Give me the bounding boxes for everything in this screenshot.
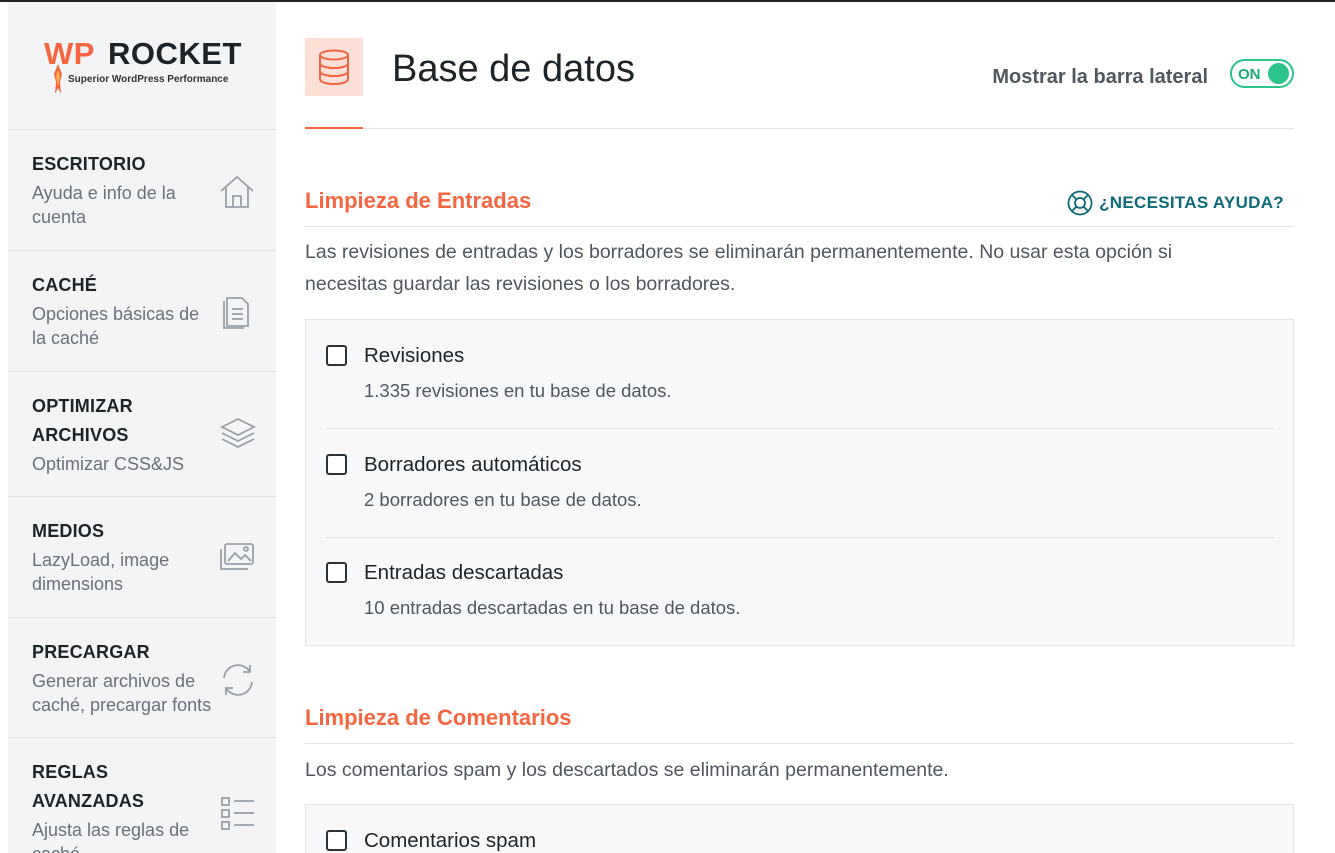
sidebar-item-desc: Optimizar CSS&JS: [32, 454, 185, 474]
sidebar-item-title: CACHÉ: [32, 275, 98, 295]
section-title-comments: Limpieza de Comentarios: [305, 705, 572, 730]
logo-tagline: Superior WordPress Performance: [68, 74, 229, 85]
refresh-icon: [223, 664, 253, 696]
options-box-comments: Comentarios spam: [305, 804, 1294, 853]
sidebar-item-title: MEDIOS: [32, 521, 105, 541]
option-divider: [326, 537, 1274, 538]
sidebar-item-optimizar-archivos[interactable]: OPTIMIZAR ARCHIVOS Optimizar CSS&JS: [8, 372, 276, 497]
help-link[interactable]: ¿NECESITAS AYUDA?: [1067, 190, 1284, 216]
header-underline: [305, 127, 363, 129]
sidebar-item-desc: Ayuda e info de la cuenta: [32, 183, 176, 227]
section-divider: [305, 743, 1294, 744]
section-desc-comments: Los comentarios spam y los descartados s…: [305, 759, 949, 781]
database-icon: [319, 49, 349, 85]
checkbox-borradores[interactable]: [326, 454, 347, 475]
option-desc: 1.335 revisiones en tu base de datos.: [364, 380, 672, 401]
images-icon: [220, 543, 254, 570]
sidebar-item-desc: LazyLoad, image dimensions: [32, 550, 170, 594]
sidebar-item-precargar[interactable]: PRECARGAR Generar archivos de caché, pre…: [8, 618, 276, 738]
document-icon: [223, 297, 249, 329]
sidebar-item-desc: Opciones básicas de la caché: [32, 304, 200, 348]
header-divider: [305, 128, 1294, 129]
page-title: Base de datos: [392, 48, 635, 90]
checkbox-comentarios-spam[interactable]: [326, 830, 347, 851]
section-title-posts: Limpieza de Entradas: [305, 188, 532, 213]
flame-icon: [54, 64, 62, 94]
logo-rocket-text: ROCKET: [108, 36, 242, 71]
toggle-state-text: ON: [1238, 66, 1261, 83]
option-desc: 2 borradores en tu base de datos.: [364, 489, 642, 510]
toggle-knob: [1268, 63, 1289, 84]
section-desc-line: necesitas guardar las revisiones o los b…: [305, 273, 736, 295]
section-desc-line: Las revisiones de entradas y los borrado…: [305, 241, 1173, 263]
main-content: Base de datos Mostrar la barra lateral O…: [305, 2, 1294, 853]
option-label: Borradores automáticos: [364, 453, 582, 476]
checkbox-entradas-descartadas[interactable]: [326, 562, 347, 583]
sidebar-item-medios[interactable]: MEDIOS LazyLoad, image dimensions: [8, 497, 276, 618]
section-divider: [305, 226, 1294, 227]
lifebuoy-icon: [1067, 190, 1093, 216]
options-box-posts: Revisiones 1.335 revisiones en tu base d…: [305, 319, 1294, 646]
sidebar-item-escritorio[interactable]: ESCRITORIO Ayuda e info de la cuenta: [8, 130, 276, 251]
option-label: Comentarios spam: [364, 829, 537, 852]
sidebar-item-desc: Generar archivos de caché, precargar fon…: [32, 671, 212, 715]
checkbox-revisiones[interactable]: [326, 345, 347, 366]
sidebar-item-title: REGLAS AVANZADAS: [32, 762, 145, 811]
sidebar-item-cache[interactable]: CACHÉ Opciones básicas de la caché: [8, 251, 276, 372]
option-desc: 10 entradas descartadas en tu base de da…: [364, 597, 741, 618]
layers-icon: [220, 417, 256, 449]
list-icon: [221, 797, 254, 830]
sidebar-toggle-label: Mostrar la barra lateral: [992, 66, 1208, 88]
help-link-label: ¿NECESITAS AYUDA?: [1099, 193, 1284, 212]
sidebar-item-title: ESCRITORIO: [32, 154, 146, 174]
option-label: Entradas descartadas: [364, 561, 564, 584]
home-icon: [220, 175, 254, 208]
sidebar-item-title: OPTIMIZAR ARCHIVOS: [32, 396, 133, 445]
option-label: Revisiones: [364, 344, 465, 367]
wp-rocket-logo[interactable]: WP ROCKET Superior WordPress Performance: [8, 2, 276, 130]
sidebar: WP ROCKET Superior WordPress Performance…: [8, 2, 276, 853]
sidebar-item-title: PRECARGAR: [32, 642, 150, 662]
section-desc-posts: Las revisiones de entradas y los borrado…: [305, 236, 1265, 300]
page-icon: [305, 38, 363, 96]
sidebar-item-desc: Ajusta las reglas de caché: [32, 820, 190, 853]
sidebar-item-reglas-avanzadas[interactable]: REGLAS AVANZADAS Ajusta las reglas de ca…: [8, 738, 276, 853]
sidebar-toggle-switch[interactable]: ON: [1230, 59, 1294, 88]
option-divider: [326, 428, 1274, 429]
